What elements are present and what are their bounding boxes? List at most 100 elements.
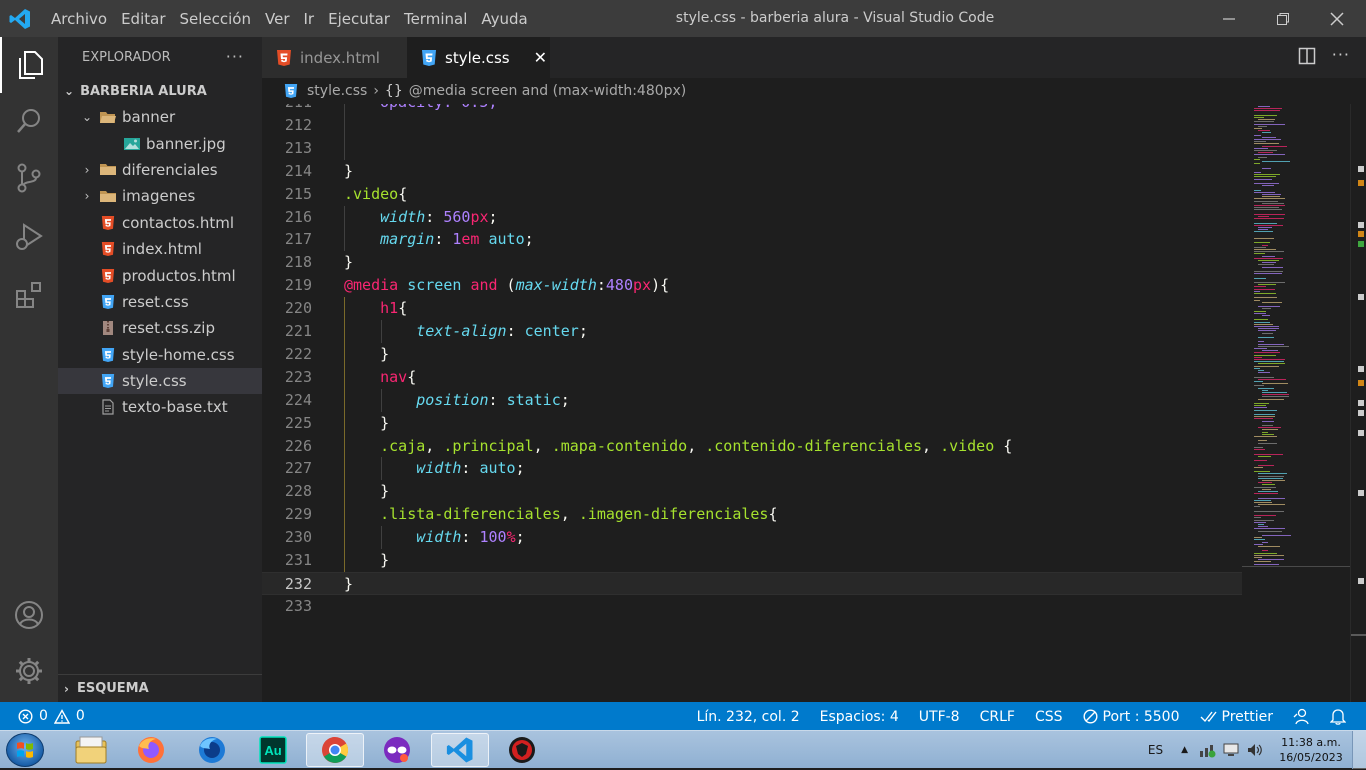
restore-button[interactable]: [1256, 0, 1310, 37]
tree-item-reset-css[interactable]: reset.css: [58, 289, 262, 315]
tree-item-style-home-css[interactable]: style-home.css: [58, 342, 262, 368]
tab-style-css[interactable]: style.css ✕: [407, 37, 550, 78]
text-file-icon: [96, 399, 120, 416]
menu-ver[interactable]: Ver: [258, 10, 297, 28]
show-desktop-button[interactable]: [1352, 731, 1366, 769]
taskbar-audition[interactable]: Au: [244, 733, 302, 767]
code-line[interactable]: 227 width: auto;: [262, 457, 1242, 480]
tray-expand-icon[interactable]: ▲: [1181, 745, 1188, 755]
code-line[interactable]: 228 }: [262, 480, 1242, 503]
menu-ayuda[interactable]: Ayuda: [474, 10, 534, 28]
activity-explorer[interactable]: [0, 37, 58, 93]
code-line[interactable]: 213: [262, 137, 1242, 160]
code-line[interactable]: 215 .video{: [262, 183, 1242, 206]
activity-run-debug[interactable]: [0, 209, 58, 265]
minimap-line: [1258, 284, 1276, 286]
code-line[interactable]: 221 text-align: center;: [262, 320, 1242, 343]
more-actions-button[interactable]: ···: [226, 47, 244, 66]
vertical-scrollbar[interactable]: [1350, 104, 1366, 702]
activity-search[interactable]: [0, 93, 58, 149]
tree-item-banner-jpg[interactable]: banner.jpg: [58, 130, 262, 156]
tree-item-imagenes[interactable]: › imagenes: [58, 183, 262, 209]
code-line[interactable]: 222 }: [262, 343, 1242, 366]
activity-accounts[interactable]: [0, 587, 58, 643]
minimap-line: [1258, 475, 1284, 477]
code-line[interactable]: 220 h1{: [262, 297, 1242, 320]
code-line[interactable]: 214}: [262, 160, 1242, 183]
indentation[interactable]: Espacios: 4: [820, 709, 899, 725]
taskbar-explorer[interactable]: [62, 733, 120, 767]
prettier-status[interactable]: Prettier: [1200, 709, 1273, 725]
code-line[interactable]: 212: [262, 114, 1242, 137]
end-of-line[interactable]: CRLF: [980, 709, 1015, 725]
breadcrumb-file[interactable]: style.css: [307, 83, 367, 99]
code-line[interactable]: 233: [262, 595, 1242, 618]
code-line[interactable]: 218}: [262, 251, 1242, 274]
tree-item-index-html[interactable]: index.html: [58, 236, 262, 262]
tab-index-html[interactable]: index.html: [262, 37, 407, 78]
encoding[interactable]: UTF-8: [919, 709, 960, 725]
code-line[interactable]: 225 }: [262, 412, 1242, 435]
split-editor-icon[interactable]: [1298, 47, 1316, 65]
code-line[interactable]: 230 width: 100%;: [262, 526, 1242, 549]
input-language[interactable]: ES: [1148, 743, 1163, 757]
code-line[interactable]: 219 @media screen and (max-width:480px){: [262, 274, 1242, 297]
volume-icon[interactable]: [1246, 742, 1264, 758]
breadcrumb-symbol[interactable]: @media screen and (max-width:480px): [409, 83, 687, 99]
minimap-line: [1262, 392, 1287, 393]
close-window-button[interactable]: [1310, 0, 1364, 37]
language-mode[interactable]: CSS: [1035, 709, 1063, 725]
problems-indicator[interactable]: 0 0: [18, 708, 85, 724]
taskbar-vscode[interactable]: [431, 733, 489, 767]
activity-source-control[interactable]: [0, 150, 58, 206]
clock[interactable]: 11:38 a.m. 16/05/2023: [1276, 735, 1346, 765]
display-icon[interactable]: [1222, 742, 1240, 758]
more-actions-icon[interactable]: ···: [1332, 47, 1350, 65]
taskbar-chrome[interactable]: [306, 733, 364, 767]
code-text: }: [344, 160, 353, 183]
code-line[interactable]: 229 .lista-diferenciales, .imagen-difere…: [262, 503, 1242, 526]
outline-section[interactable]: › ESQUEMA: [58, 674, 262, 702]
feedback-icon[interactable]: [1293, 708, 1310, 725]
start-button[interactable]: [6, 733, 44, 767]
tree-item-diferenciales[interactable]: › diferenciales: [58, 157, 262, 183]
bell-icon[interactable]: [1330, 708, 1346, 725]
code-line[interactable]: 223 nav{: [262, 366, 1242, 389]
code-line[interactable]: 211 opacity: 0.5;: [262, 104, 1242, 114]
tree-item-texto-base-txt[interactable]: texto-base.txt: [58, 394, 262, 420]
code-line[interactable]: 216 width: 560px;: [262, 206, 1242, 229]
menu-terminal[interactable]: Terminal: [397, 10, 474, 28]
taskbar-incognito[interactable]: [368, 733, 426, 767]
taskbar-red-app[interactable]: [493, 733, 551, 767]
workspace-root[interactable]: ⌄ BARBERIA ALURA: [58, 78, 262, 104]
code-line[interactable]: 224 position: static;: [262, 389, 1242, 412]
close-tab-button[interactable]: ✕: [534, 48, 547, 67]
menu-ejecutar[interactable]: Ejecutar: [321, 10, 397, 28]
menu-archivo[interactable]: Archivo: [44, 10, 114, 28]
code-line[interactable]: 232}: [262, 571, 1242, 595]
activity-extensions[interactable]: [0, 267, 58, 323]
code-line[interactable]: 231 }: [262, 549, 1242, 572]
network-icon[interactable]: [1198, 742, 1216, 758]
taskbar-firefox[interactable]: [122, 733, 180, 767]
taskbar-firefox-dev[interactable]: [183, 733, 241, 767]
minimize-button[interactable]: [1202, 0, 1256, 37]
menu-editar[interactable]: Editar: [114, 10, 172, 28]
scrollbar-thumb[interactable]: [1351, 634, 1366, 636]
cursor-position[interactable]: Lín. 232, col. 2: [697, 709, 800, 725]
code-line[interactable]: 226 .caja, .principal, .mapa-contenido, …: [262, 435, 1242, 458]
menu-ir[interactable]: Ir: [297, 10, 322, 28]
tree-item-productos-html[interactable]: productos.html: [58, 262, 262, 288]
tree-item-banner[interactable]: ⌄ banner: [58, 104, 262, 130]
minimap[interactable]: [1242, 104, 1350, 702]
activity-settings[interactable]: [0, 643, 58, 699]
code-line[interactable]: 217 margin: 1em auto;: [262, 228, 1242, 251]
live-server-port[interactable]: Port : 5500: [1082, 709, 1180, 725]
menu-seleccion[interactable]: Selección: [173, 10, 259, 28]
code-editor[interactable]: 211opacity: 0.5;212213214}215.video{216 …: [262, 104, 1242, 702]
tree-item-reset-css-zip[interactable]: reset.css.zip: [58, 315, 262, 341]
minimap-line: [1254, 376, 1274, 378]
tree-item-style-css[interactable]: style.css: [58, 367, 262, 395]
tree-item-contactos-html[interactable]: contactos.html: [58, 210, 262, 236]
